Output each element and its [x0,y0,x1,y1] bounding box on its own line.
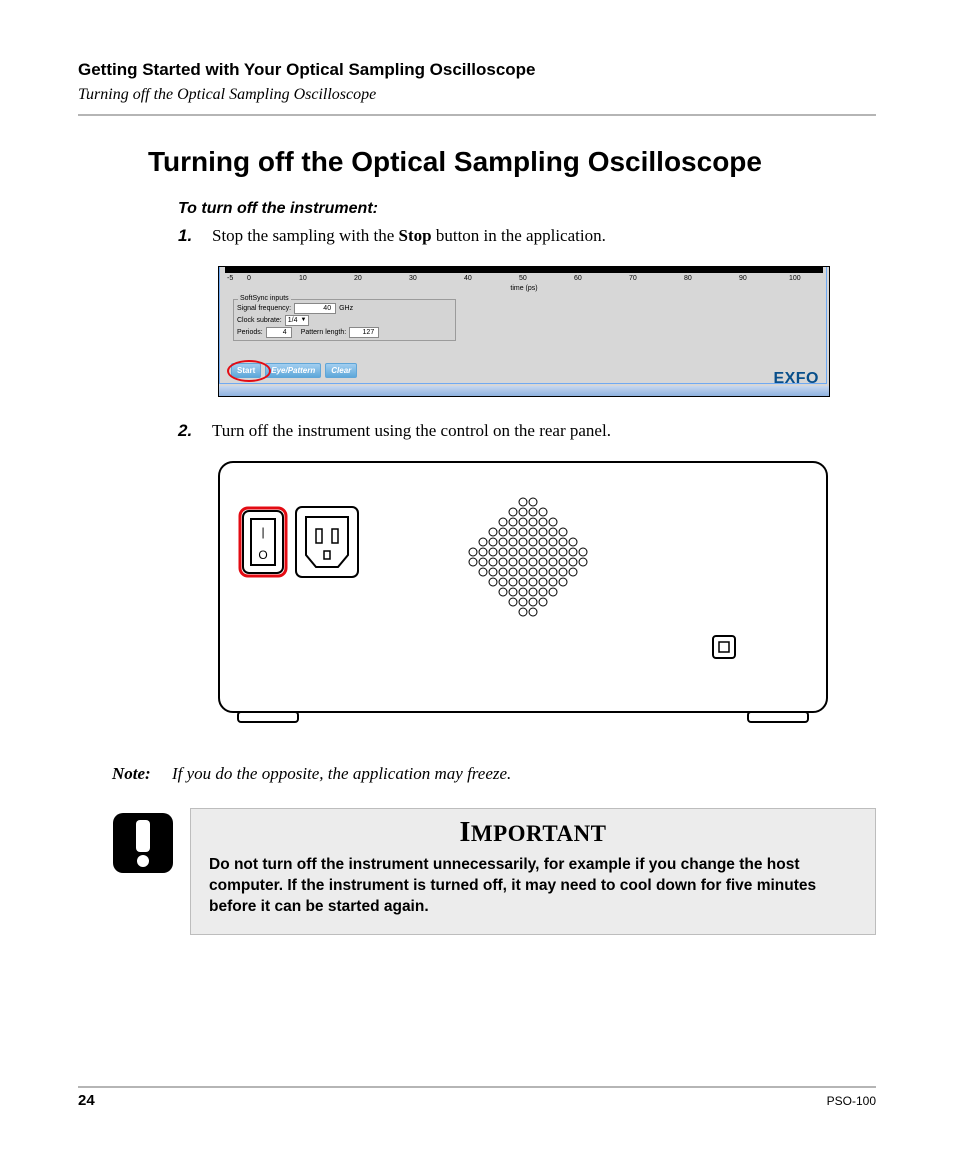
footer-rule [78,1086,876,1088]
page-footer: 24 PSO-100 [78,1086,876,1109]
periods-label: Periods: [237,329,263,336]
step-2: 2. Turn off the instrument using the con… [178,421,876,441]
clock-subrate-label: Clock subrate: [237,317,282,324]
power-inlet-icon [296,507,358,577]
important-body: Do not turn off the instrument unnecessa… [209,855,857,918]
pattern-length-input[interactable]: 127 [349,327,379,338]
signal-freq-label: Signal frequency: [237,305,291,312]
step-1-text: Stop the sampling with the Stop button i… [212,226,606,246]
header-chapter: Getting Started with Your Optical Sampli… [78,60,876,80]
product-model: PSO-100 [827,1094,876,1108]
eye-pattern-button[interactable]: Eye/Pattern [265,363,321,378]
signal-freq-unit: GHz [339,305,353,312]
note: Note: If you do the opposite, the applic… [112,764,876,784]
note-label: Note: [112,764,172,784]
step-1-number: 1. [178,226,212,246]
chevron-down-icon: ▼ [300,316,306,325]
softsync-panel: SoftSync inputs Signal frequency: 40 GHz… [233,299,456,341]
important-title: IMPORTANT [209,817,857,849]
taskbar [219,386,829,396]
clock-subrate-select[interactable]: 1/4▼ [285,315,310,326]
signal-freq-input[interactable]: 40 [294,303,336,314]
step-1: 1. Stop the sampling with the Stop butto… [178,226,876,246]
procedure-lead: To turn off the instrument: [178,200,876,218]
periods-input[interactable]: 4 [266,327,292,338]
svg-text:|: | [261,525,264,539]
figure-app-screenshot: -5 0 10 20 30 40 50 60 70 80 90 100 time… [218,266,830,397]
header-rule [78,114,876,116]
svg-text:O: O [258,548,267,562]
step-2-number: 2. [178,421,212,441]
important-callout: IMPORTANT Do not turn off the instrument… [112,808,876,935]
important-box: IMPORTANT Do not turn off the instrument… [190,808,876,935]
callout-circle [227,360,271,382]
important-icon [112,808,190,935]
page-title: Turning off the Optical Sampling Oscillo… [148,146,876,178]
power-switch-icon: | O [240,508,286,576]
figure-rear-panel: | O [218,461,828,726]
chart-x-label: time (ps) [219,285,829,292]
header-section: Turning off the Optical Sampling Oscillo… [78,86,876,104]
softsync-legend: SoftSync inputs [238,295,291,302]
usb-port-icon [713,636,735,658]
pattern-length-label: Pattern length: [301,329,347,336]
note-text: If you do the opposite, the application … [172,764,511,784]
clear-button[interactable]: Clear [325,363,357,378]
page-number: 24 [78,1092,95,1109]
step-2-text: Turn off the instrument using the contro… [212,421,611,441]
